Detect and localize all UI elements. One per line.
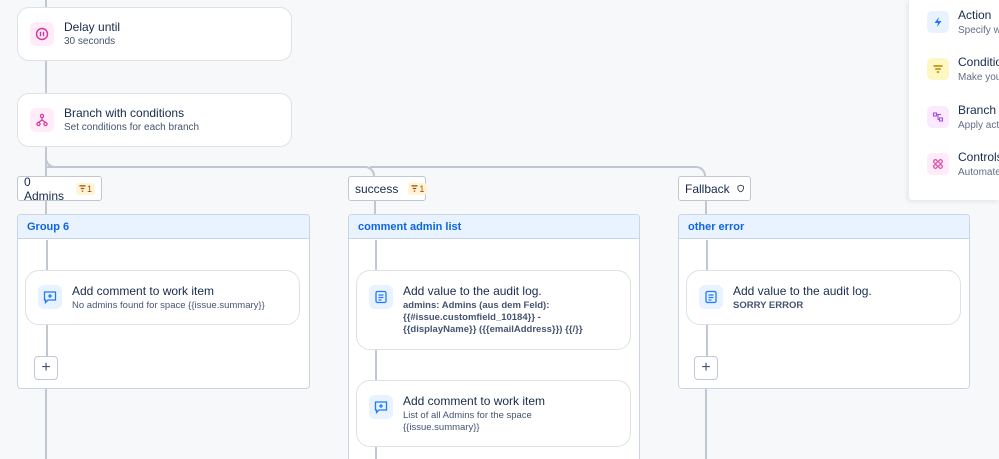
connector-line — [706, 325, 708, 357]
branch-conditions-node[interactable]: Branch with conditions Set conditions fo… — [17, 93, 292, 147]
action-card-add-comment[interactable]: Add comment to work item No admins found… — [25, 270, 300, 325]
node-subtitle: 30 seconds — [64, 36, 116, 47]
card-subtitle-line: {{issue.summary}} — [403, 422, 480, 433]
filter-badge: 1 — [408, 182, 428, 195]
connector-line — [705, 388, 707, 459]
node-title: Branch with conditions — [64, 106, 185, 120]
filter-icon — [411, 185, 418, 192]
connector-line — [706, 240, 708, 271]
document-icon — [699, 285, 723, 309]
delay-until-node[interactable]: Delay until 30 seconds — [17, 7, 292, 61]
connector-line — [375, 447, 377, 459]
comment-add-icon — [38, 285, 62, 309]
panel-item-title: Action — [958, 8, 992, 22]
component-panel: Action Specify w Conditio Make you Branc… — [908, 0, 999, 200]
filter-icon — [79, 185, 86, 192]
group-title[interactable]: Group 6 — [18, 215, 309, 239]
panel-item-title: Branch — [958, 103, 997, 117]
panel-item-title: Conditio — [958, 55, 999, 69]
document-icon — [369, 285, 393, 309]
filter-icon — [927, 58, 949, 80]
group-title[interactable]: comment admin list — [349, 215, 639, 239]
branch-label: 0 Admins — [24, 174, 65, 203]
branch-icon — [927, 106, 949, 128]
add-step-button[interactable]: + — [694, 356, 718, 380]
panel-item-subtitle: Automate — [958, 167, 999, 178]
card-subtitle-line: {{displayName}} ({{emailAddress}}) {{/}} — [403, 324, 583, 335]
panel-item-subtitle: Specify w — [958, 25, 999, 36]
connector-line — [375, 240, 377, 271]
card-subtitle-line: {{#issue.customfield_10184}} - — [403, 312, 541, 323]
action-card-audit-log[interactable]: Add value to the audit log. admins: Admi… — [356, 270, 631, 350]
pause-icon — [30, 22, 54, 46]
connector-line — [705, 201, 707, 214]
connector-line — [46, 240, 48, 271]
connector-line — [46, 325, 48, 357]
card-subtitle: SORRY ERROR — [733, 300, 804, 311]
panel-item-subtitle: Apply act — [958, 120, 999, 131]
panel-item-branch[interactable]: Branch Apply act — [927, 103, 999, 133]
card-title: Add comment to work item — [403, 394, 546, 408]
group-title[interactable]: other error — [679, 215, 969, 239]
connector-line — [45, 0, 47, 7]
panel-item-action[interactable]: Action Specify w — [927, 8, 999, 38]
card-title: Add value to the audit log. — [403, 284, 542, 298]
panel-item-title: Controls — [958, 150, 999, 164]
lightning-icon — [927, 11, 949, 33]
add-step-button[interactable]: + — [34, 356, 58, 380]
comment-add-icon — [369, 395, 393, 419]
card-subtitle-line: List of all Admins for the space — [403, 410, 532, 421]
panel-item-condition[interactable]: Conditio Make you — [927, 55, 999, 85]
panel-item-subtitle: Make you — [958, 72, 999, 83]
connector-line — [374, 201, 376, 214]
card-title: Add comment to work item — [72, 284, 215, 298]
card-title: Add value to the audit log. — [733, 284, 872, 298]
action-card-add-comment[interactable]: Add comment to work item List of all Adm… — [356, 380, 631, 447]
shield-icon — [737, 184, 744, 193]
branch-tag-success[interactable]: success 1 — [348, 176, 428, 201]
controls-icon — [927, 153, 949, 175]
node-subtitle: Set conditions for each branch — [64, 122, 200, 133]
connector-line — [45, 201, 47, 214]
node-title: Delay until — [64, 20, 121, 34]
automation-canvas: Delay until 30 seconds Branch with condi… — [0, 0, 999, 459]
connector-line — [375, 350, 377, 381]
branch-tag-fallback[interactable]: Fallback — [678, 176, 751, 201]
panel-item-controls[interactable]: Controls Automate — [927, 150, 999, 180]
connector-line — [45, 60, 47, 93]
card-subtitle: No admins found for space {{issue.summar… — [72, 300, 265, 311]
branch-label: Fallback — [685, 181, 730, 196]
branch-label: success — [355, 181, 399, 196]
branch-tag-0-admins[interactable]: 0 Admins 1 — [17, 174, 102, 203]
branch-icon — [30, 108, 54, 132]
card-subtitle-line: admins: Admins (aus dem Feld): — [403, 300, 550, 311]
action-card-audit-log[interactable]: Add value to the audit log. SORRY ERROR — [686, 270, 961, 325]
filter-badge: 1 — [75, 182, 95, 195]
connector-line — [45, 388, 47, 459]
